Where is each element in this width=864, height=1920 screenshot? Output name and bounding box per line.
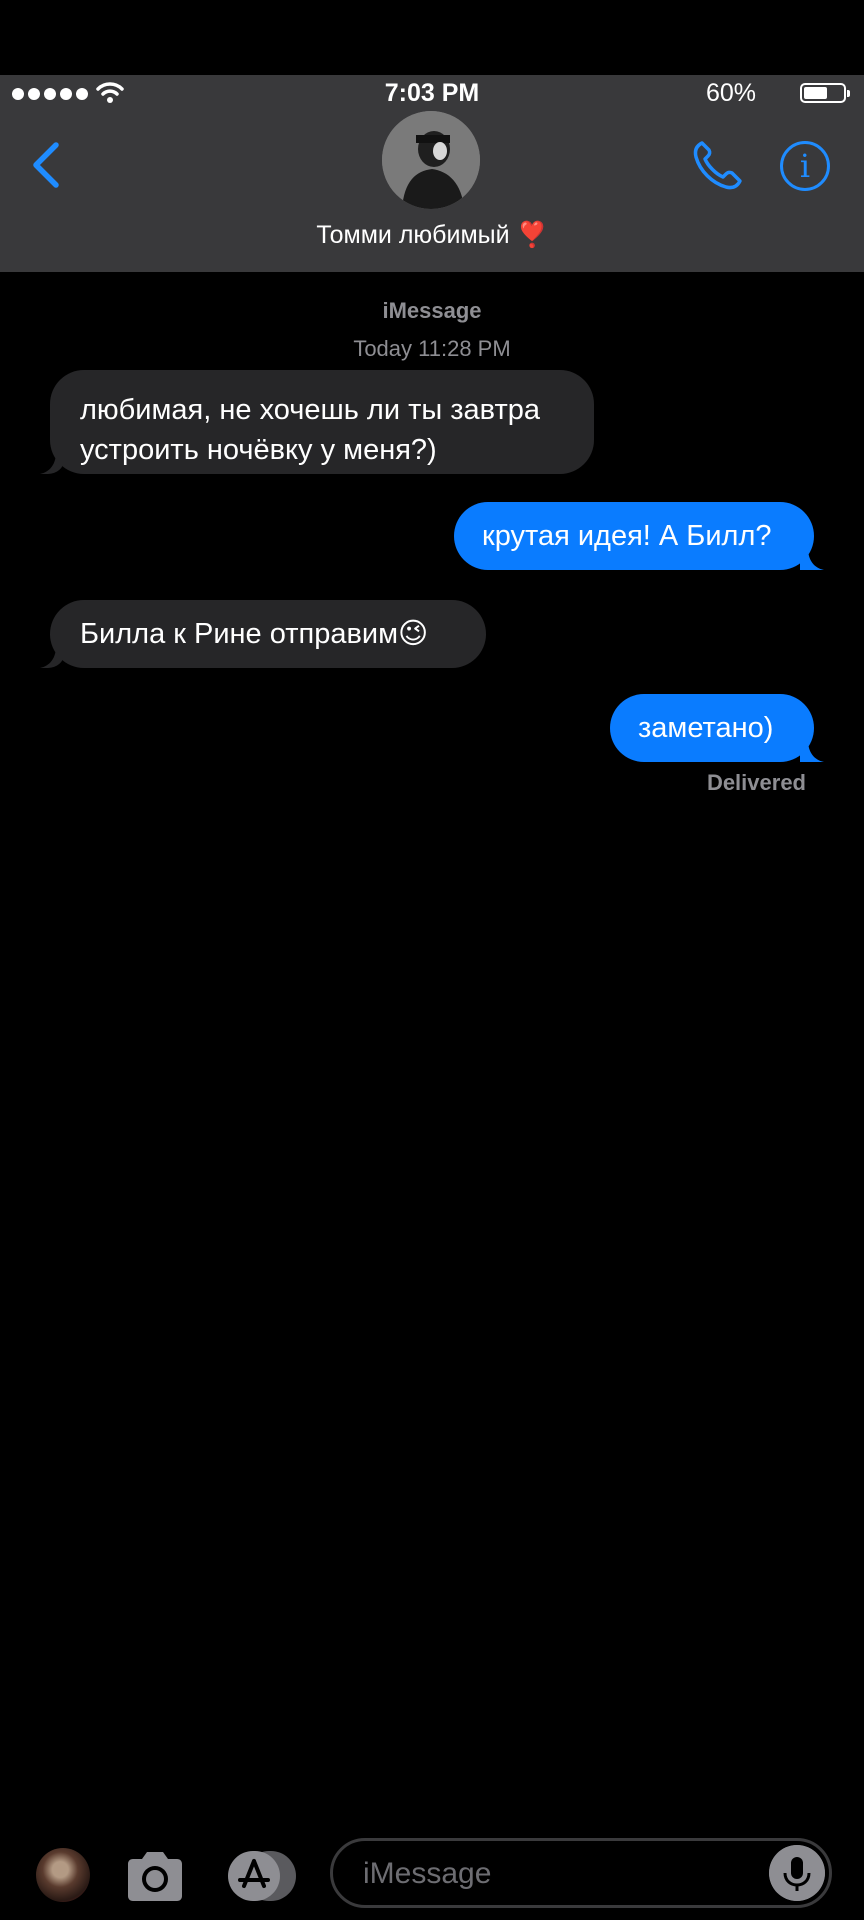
avatar-photo xyxy=(382,111,480,209)
message-text: крутая идея! А Билл? xyxy=(482,520,772,552)
microphone-icon[interactable] xyxy=(769,1845,825,1901)
battery-level-fill xyxy=(804,87,827,99)
chevron-left-icon xyxy=(33,142,59,188)
bubble-tail xyxy=(40,452,64,474)
conversation-header: 7:03 PM 60% Томми любимый ❣️ i xyxy=(0,75,864,272)
message-bubble-incoming[interactable]: Билла к Рине отправим😉 xyxy=(50,600,486,668)
bubble-tail xyxy=(800,740,824,762)
bubble-tail xyxy=(40,646,64,668)
message-text: Билла к Рине отправим😉 xyxy=(80,618,429,650)
thread-timestamp: Today 11:28 PM xyxy=(353,336,511,361)
message-input-bar: iMessage xyxy=(0,1820,864,1920)
message-input[interactable]: iMessage xyxy=(330,1838,832,1908)
message-bubble-outgoing[interactable]: крутая идея! А Билл? xyxy=(454,502,814,570)
contact-name[interactable]: Томми любимый ❣️ xyxy=(0,221,864,250)
app-store-icon[interactable] xyxy=(226,1848,298,1904)
messages-screen: 7:03 PM 60% Томми любимый ❣️ i iMessage … xyxy=(0,0,864,1920)
info-icon[interactable]: i xyxy=(780,141,830,191)
message-text: любимая, не хочешь ли ты завтра устроить… xyxy=(80,394,540,466)
delivery-status: Delivered xyxy=(706,770,806,795)
battery-icon xyxy=(800,83,850,103)
back-button[interactable] xyxy=(26,137,66,193)
battery-percentage: 60% xyxy=(705,79,756,107)
phone-icon[interactable] xyxy=(690,137,744,193)
bubble-tail xyxy=(800,548,824,570)
camera-icon[interactable] xyxy=(124,1850,186,1902)
contact-avatar[interactable] xyxy=(382,111,480,209)
message-input-placeholder: iMessage xyxy=(363,1857,492,1890)
photos-app-icon[interactable] xyxy=(36,1848,90,1902)
message-bubble-incoming[interactable]: любимая, не хочешь ли ты завтра устроить… xyxy=(50,370,594,474)
message-text: заметано) xyxy=(638,712,774,744)
status-bar: 7:03 PM 60% xyxy=(0,75,864,115)
message-bubble-outgoing[interactable]: заметано) xyxy=(610,694,814,762)
service-label: iMessage xyxy=(382,298,482,323)
